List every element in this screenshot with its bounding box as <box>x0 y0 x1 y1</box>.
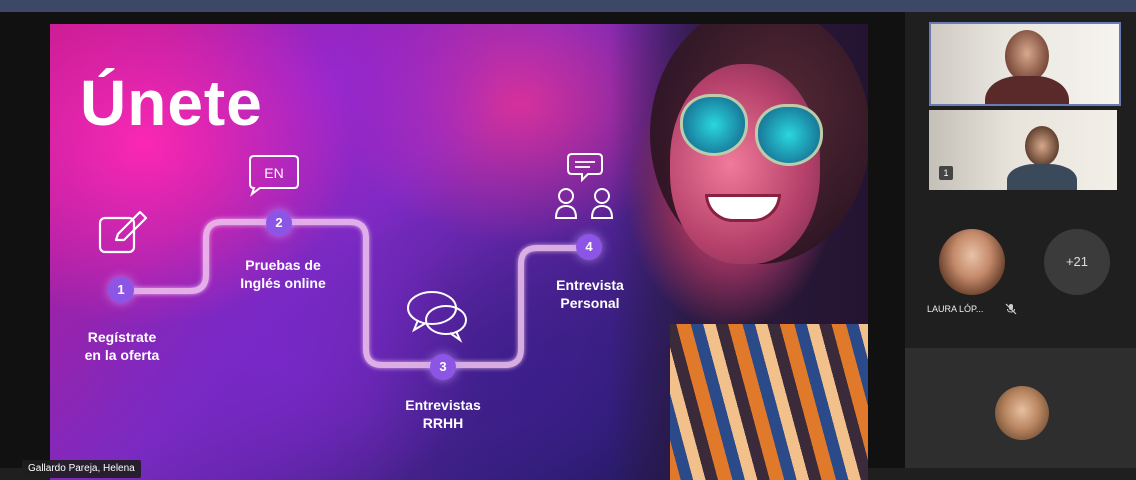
participant-2-head <box>1025 126 1059 166</box>
step-2-number: 2 <box>266 210 292 236</box>
shared-screen-stage: Únete 1 Regístrate en la oferta EN 2 Pru… <box>0 12 905 480</box>
step-4-label-line1: Entrevista <box>556 277 624 293</box>
participant-video-1[interactable] <box>929 22 1121 106</box>
step-2-label-line2: Inglés online <box>240 275 326 291</box>
english-icon-text: EN <box>264 165 283 181</box>
step-2-label-line1: Pruebas de <box>245 257 321 273</box>
participant-1-head <box>1005 30 1049 82</box>
step-1-label: Regístrate en la oferta <box>72 328 172 364</box>
interview-people-icon <box>554 153 614 219</box>
presenter-name-tag: Gallardo Pareja, Helena <box>22 460 141 478</box>
step-3-number: 3 <box>430 354 456 380</box>
participant-video-2[interactable]: 1 <box>929 110 1117 190</box>
edit-icon <box>98 210 148 254</box>
step-2-label: Pruebas de Inglés online <box>228 256 338 292</box>
participant-avatar-bottom <box>995 386 1049 440</box>
english-test-icon: EN <box>249 155 299 197</box>
step-4-number: 4 <box>576 234 602 260</box>
step-3-label-line2: RRHH <box>422 415 464 431</box>
step-4-label-line2: Personal <box>560 295 620 311</box>
step-1-label-line2: en la oferta <box>84 347 160 363</box>
participant-avatar-laura[interactable] <box>939 229 1005 295</box>
mic-off-icon <box>1005 303 1017 315</box>
step-1-label-line1: Regístrate <box>87 329 157 345</box>
window-top-bar <box>0 0 1136 12</box>
more-participants-button[interactable]: +21 <box>1044 229 1110 295</box>
participant-tile-bottom[interactable] <box>905 348 1136 468</box>
step-4-label: Entrevista Personal <box>540 276 640 312</box>
chat-bubbles-icon <box>407 291 467 343</box>
step-3-label: Entrevistas RRHH <box>393 396 493 432</box>
participant-name-label: LAURA LÓP... <box>927 304 984 314</box>
presentation-slide: Únete 1 Regístrate en la oferta EN 2 Pru… <box>50 24 868 480</box>
participants-panel: 1 +21 LAURA LÓP... <box>905 12 1136 468</box>
step-3-label-line1: Entrevistas <box>405 397 481 413</box>
participant-1-body <box>985 76 1069 104</box>
step-1-number: 1 <box>108 277 134 303</box>
participant-2-body <box>1007 164 1077 190</box>
video-badge: 1 <box>939 166 953 180</box>
